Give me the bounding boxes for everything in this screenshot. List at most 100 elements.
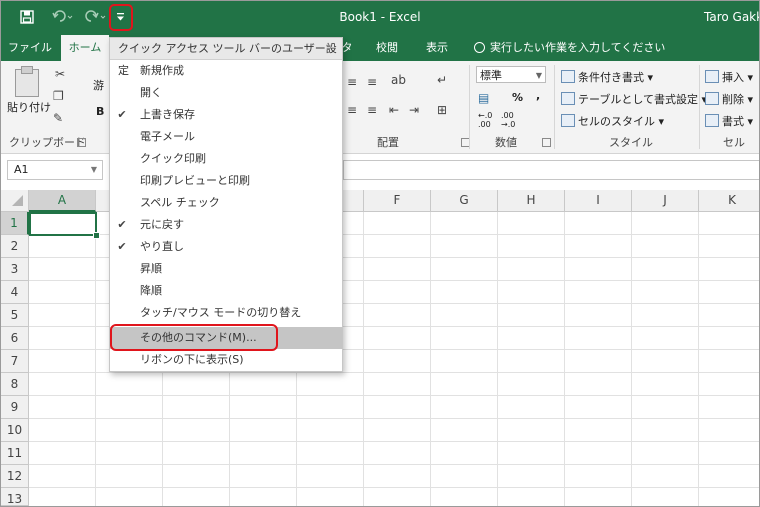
- bold-button[interactable]: B: [96, 105, 104, 118]
- column-header-a[interactable]: A: [29, 190, 96, 212]
- menu-item-label: やり直し: [140, 240, 184, 253]
- number-format-value: 標準: [480, 69, 502, 82]
- format-label: 書式: [722, 115, 744, 128]
- menu-item-email[interactable]: 電子メール: [110, 126, 342, 148]
- number-format-select[interactable]: 標準 ▼: [476, 66, 546, 83]
- clipboard-launcher-icon[interactable]: [77, 138, 86, 147]
- cells-group-label: セル: [723, 136, 745, 149]
- accounting-format-icon[interactable]: ▤: [478, 91, 489, 105]
- percent-style-button[interactable]: %: [512, 91, 523, 104]
- fill-handle[interactable]: [93, 232, 100, 239]
- menu-item-label: 昇順: [140, 262, 162, 275]
- number-launcher-icon[interactable]: [542, 138, 551, 147]
- menu-item-print-preview[interactable]: 印刷プレビューと印刷: [110, 170, 342, 192]
- clipboard-group-label: クリップボード: [9, 136, 86, 149]
- tab-view[interactable]: 表示: [417, 35, 457, 61]
- row-header-10[interactable]: 10: [1, 419, 29, 442]
- menu-item-save[interactable]: ✔ 上書き保存: [110, 104, 342, 126]
- row-header-4[interactable]: 4: [1, 281, 29, 304]
- insert-button[interactable]: 挿入 ▾: [705, 69, 753, 85]
- delete-label: 削除: [722, 93, 744, 106]
- select-all-triangle-icon: [12, 195, 23, 206]
- column-header-h[interactable]: H: [498, 190, 565, 212]
- active-cell-a1[interactable]: [29, 212, 97, 236]
- menu-item-label: 印刷プレビューと印刷: [140, 174, 250, 187]
- row-header-8[interactable]: 8: [1, 373, 29, 396]
- delete-button[interactable]: 削除 ▾: [705, 91, 753, 107]
- check-icon: ✔: [117, 240, 127, 253]
- column-header-k[interactable]: K: [699, 190, 759, 212]
- increase-indent-icon[interactable]: ⇥: [409, 103, 419, 117]
- tab-review[interactable]: 校閲: [367, 35, 407, 61]
- font-name-partial[interactable]: 游: [93, 77, 104, 93]
- cut-icon[interactable]: ✂: [55, 67, 65, 81]
- select-all-button[interactable]: [1, 190, 29, 212]
- copy-icon[interactable]: ❐: [53, 89, 64, 103]
- menu-item-show-below-ribbon[interactable]: リボンの下に表示(S): [110, 349, 342, 371]
- ribbon-separator: [469, 65, 470, 149]
- table-format-icon: [561, 92, 575, 105]
- column-header-g[interactable]: G: [431, 190, 498, 212]
- increase-decimal-icon[interactable]: ←.0.00: [478, 111, 492, 129]
- wrap-text-icon[interactable]: ↵: [437, 73, 447, 87]
- tell-me-box[interactable]: 実行したい作業を入力してください: [490, 35, 665, 61]
- number-group-label: 数値: [495, 136, 517, 149]
- qat-customize-menu: クイック アクセス ツール バーのユーザー設定 新規作成 開く ✔ 上書き保存 電…: [109, 37, 343, 372]
- delete-icon: [705, 92, 719, 105]
- row-header-7[interactable]: 7: [1, 350, 29, 373]
- format-button[interactable]: 書式 ▾: [705, 113, 753, 129]
- menu-item-undo[interactable]: ✔ 元に戻す: [110, 214, 342, 236]
- row-header-3[interactable]: 3: [1, 258, 29, 281]
- row-header-2[interactable]: 2: [1, 235, 29, 258]
- menu-item-quick-print[interactable]: クイック印刷: [110, 148, 342, 170]
- row-header-13[interactable]: 13: [1, 488, 29, 506]
- menu-item-sort-descending[interactable]: 降順: [110, 280, 342, 302]
- tab-home[interactable]: ホーム: [61, 35, 109, 61]
- column-header-j[interactable]: J: [632, 190, 699, 212]
- row-header-1[interactable]: 1: [1, 212, 29, 235]
- menu-item-redo[interactable]: ✔ やり直し: [110, 236, 342, 258]
- check-icon: ✔: [117, 218, 127, 231]
- align-bottom-icon[interactable]: ≡: [367, 75, 377, 89]
- cell-styles-button[interactable]: セルのスタイル ▾: [561, 113, 664, 129]
- chevron-down-icon: ▼: [90, 165, 97, 174]
- align-right-icon[interactable]: ≡: [367, 103, 377, 117]
- row-header-11[interactable]: 11: [1, 442, 29, 465]
- decrease-decimal-icon[interactable]: .00 →.0: [501, 111, 515, 129]
- menu-item-label: 元に戻す: [140, 218, 184, 231]
- menu-item-label: リボンの下に表示(S): [140, 353, 244, 366]
- align-middle-icon[interactable]: ≡: [347, 75, 357, 89]
- menu-item-label: 上書き保存: [140, 108, 195, 121]
- row-header-5[interactable]: 5: [1, 304, 29, 327]
- comma-style-button[interactable]: ,: [536, 89, 540, 102]
- row-header-12[interactable]: 12: [1, 465, 29, 488]
- clipboard-clip-icon: [21, 66, 33, 74]
- column-header-i[interactable]: I: [565, 190, 632, 212]
- paste-button[interactable]: 貼り付け: [7, 99, 51, 115]
- name-box[interactable]: A1 ▼: [7, 160, 103, 180]
- menu-item-spell-check[interactable]: スペル チェック: [110, 192, 342, 214]
- ribbon-separator: [699, 65, 700, 149]
- merge-center-icon[interactable]: ⊞: [437, 103, 447, 117]
- alignment-group-label: 配置: [377, 136, 399, 149]
- conditional-formatting-button[interactable]: 条件付き書式 ▾: [561, 69, 653, 85]
- tab-file[interactable]: ファイル: [7, 35, 53, 61]
- align-center-icon[interactable]: ≡: [347, 103, 357, 117]
- formula-input[interactable]: [343, 160, 759, 180]
- orientation-icon[interactable]: ab: [391, 73, 406, 87]
- format-as-table-button[interactable]: テーブルとして書式設定 ▾: [561, 91, 707, 107]
- column-header-f[interactable]: F: [364, 190, 431, 212]
- menu-item-sort-ascending[interactable]: 昇順: [110, 258, 342, 280]
- row-header-9[interactable]: 9: [1, 396, 29, 419]
- format-painter-icon[interactable]: ✎: [53, 111, 63, 125]
- decrease-indent-icon[interactable]: ⇤: [389, 103, 399, 117]
- menu-item-label: 新規作成: [140, 64, 184, 77]
- chevron-down-icon: ▼: [535, 71, 542, 80]
- user-name[interactable]: Taro Gakk: [704, 10, 759, 24]
- menu-item-label: 降順: [140, 284, 162, 297]
- menu-item-touch-mouse-mode[interactable]: タッチ/マウス モードの切り替え: [110, 302, 342, 324]
- menu-item-new[interactable]: 新規作成: [110, 60, 342, 82]
- cell-styles-label: セルのスタイル: [578, 115, 655, 128]
- menu-item-open[interactable]: 開く: [110, 82, 342, 104]
- row-header-6[interactable]: 6: [1, 327, 29, 350]
